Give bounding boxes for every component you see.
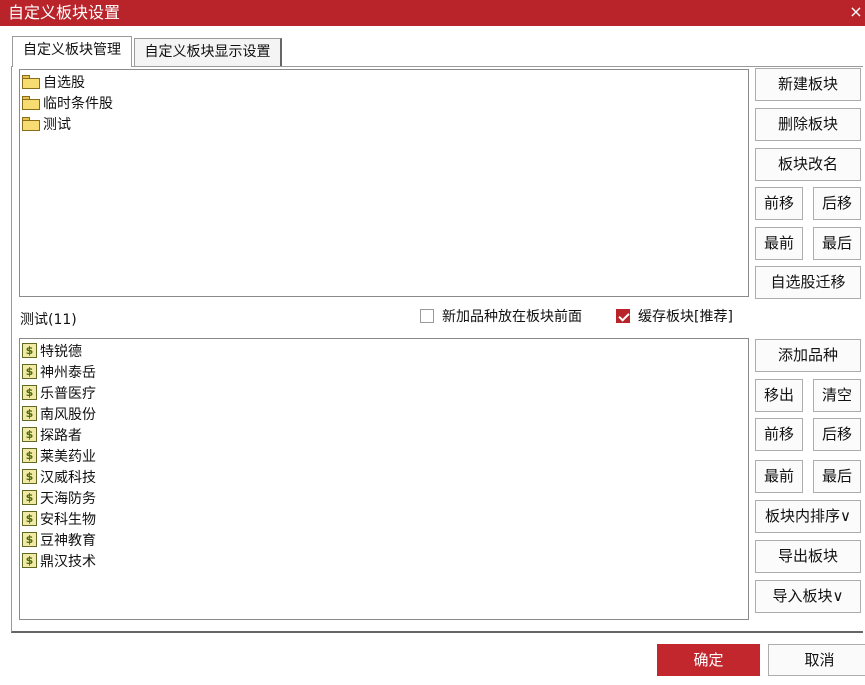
stock-icon: $ (22, 532, 37, 547)
cancel-button[interactable]: 取消 (768, 644, 865, 676)
block-item-label: 临时条件股 (43, 95, 113, 112)
remove-stock-button[interactable]: 移出 (755, 379, 803, 412)
stock-icon: $ (22, 469, 37, 484)
block-item-label: 测试 (43, 116, 71, 133)
title-bar: 自定义板块设置 × (0, 0, 865, 26)
block-item-temp-condition[interactable]: 临时条件股 (22, 92, 113, 113)
block-move-last-button[interactable]: 最后 (813, 227, 861, 260)
block-move-up-button[interactable]: 前移 (755, 187, 803, 220)
ok-button[interactable]: 确定 (657, 644, 760, 676)
stock-icon: $ (22, 427, 37, 442)
tab-block-management[interactable]: 自定义板块管理 (12, 36, 132, 67)
block-move-down-button[interactable]: 后移 (813, 187, 861, 220)
delete-block-button[interactable]: 删除板块 (755, 108, 861, 141)
list-item[interactable]: $ 乐普医疗 (22, 382, 96, 403)
stock-name: 南风股份 (40, 406, 96, 423)
stock-icon: $ (22, 364, 37, 379)
stock-move-first-button[interactable]: 最前 (755, 460, 803, 493)
stock-move-up-button[interactable]: 前移 (755, 418, 803, 451)
list-item[interactable]: $ 神州泰岳 (22, 361, 96, 382)
folder-icon (22, 74, 40, 89)
export-block-button[interactable]: 导出板块 (755, 540, 861, 573)
stock-name: 安科生物 (40, 511, 96, 528)
clear-stocks-button[interactable]: 清空 (813, 379, 861, 412)
block-list[interactable]: 自选股 临时条件股 测试 (19, 69, 749, 297)
list-item[interactable]: $ 鼎汉技术 (22, 550, 96, 571)
new-block-button[interactable]: 新建板块 (755, 68, 861, 101)
block-item-label: 自选股 (43, 74, 85, 91)
stock-name: 特锐德 (40, 343, 82, 360)
stock-name: 天海防务 (40, 490, 96, 507)
stock-icon: $ (22, 448, 37, 463)
migrate-watchlist-button[interactable]: 自选股迁移 (755, 266, 861, 299)
add-front-label: 新加品种放在板块前面 (442, 309, 582, 325)
block-item-test[interactable]: 测试 (22, 113, 71, 134)
stock-list[interactable]: $ 特锐德 $ 神州泰岳 $ 乐普医疗 $ 南风股份 $ 探路者 $ 莱美药业 … (19, 338, 749, 620)
block-item-self-selected[interactable]: 自选股 (22, 71, 85, 92)
list-item[interactable]: $ 南风股份 (22, 403, 96, 424)
list-item[interactable]: $ 豆神教育 (22, 529, 96, 550)
stock-icon: $ (22, 406, 37, 421)
add-stock-button[interactable]: 添加品种 (755, 339, 861, 372)
cache-block-label: 缓存板块[推荐] (638, 309, 733, 325)
add-front-checkbox[interactable]: 新加品种放在板块前面 (420, 306, 582, 326)
rename-block-button[interactable]: 板块改名 (755, 148, 861, 181)
list-item[interactable]: $ 安科生物 (22, 508, 96, 529)
stock-name: 豆神教育 (40, 532, 96, 549)
stock-icon: $ (22, 511, 37, 526)
window-title: 自定义板块设置 (8, 3, 121, 22)
stock-name: 鼎汉技术 (40, 553, 96, 570)
stock-icon: $ (22, 343, 37, 358)
checkbox-checked-box[interactable] (616, 309, 630, 323)
stock-icon: $ (22, 490, 37, 505)
stock-name: 莱美药业 (40, 448, 96, 465)
stock-icon: $ (22, 553, 37, 568)
checkbox-box[interactable] (420, 309, 434, 323)
stock-name: 探路者 (40, 427, 82, 444)
folder-icon (22, 116, 40, 131)
stock-move-down-button[interactable]: 后移 (813, 418, 861, 451)
list-item[interactable]: $ 莱美药业 (22, 445, 96, 466)
list-item[interactable]: $ 特锐德 (22, 340, 82, 361)
stock-name: 汉威科技 (40, 469, 96, 486)
stock-icon: $ (22, 385, 37, 400)
list-item[interactable]: $ 汉威科技 (22, 466, 96, 487)
close-icon[interactable]: × (849, 2, 863, 22)
list-item[interactable]: $ 天海防务 (22, 487, 96, 508)
stock-name: 乐普医疗 (40, 385, 96, 402)
current-block-label: 测试(11) (20, 312, 77, 328)
list-item[interactable]: $ 探路者 (22, 424, 82, 445)
sort-within-block-button[interactable]: 板块内排序∨ (755, 500, 861, 533)
stock-name: 神州泰岳 (40, 364, 96, 381)
block-move-first-button[interactable]: 最前 (755, 227, 803, 260)
tab-block-display-settings[interactable]: 自定义板块显示设置 (134, 38, 282, 66)
stock-move-last-button[interactable]: 最后 (813, 460, 861, 493)
folder-icon (22, 95, 40, 110)
cache-block-checkbox[interactable]: 缓存板块[推荐] (616, 306, 733, 326)
import-block-button[interactable]: 导入板块∨ (755, 580, 861, 613)
